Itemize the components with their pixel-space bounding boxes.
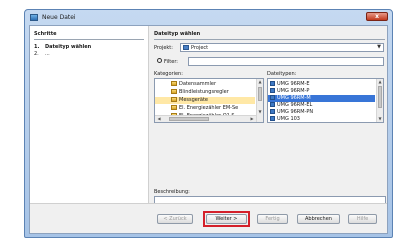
category-item[interactable]: Blindleistungsregler [155,89,255,96]
device-icon [270,102,275,107]
close-button[interactable]: x [366,12,388,21]
step-label: Dateityp wählen [45,44,92,50]
filetype-panel: Dateityp wählen Projekt: Project ▼ Filte… [152,26,387,226]
category-label: Blindleistungsregler [179,89,229,95]
scroll-thumb[interactable] [169,117,209,121]
horizontal-scrollbar[interactable]: ◀ ▶ [155,115,256,122]
filetype-item[interactable]: UMG 96RM-M [268,95,375,102]
categories-label: Kategorien: [154,71,183,77]
project-label: Projekt: [154,45,173,51]
device-icon [270,95,275,100]
back-button[interactable]: < Zurück [157,214,193,224]
scroll-thumb[interactable] [258,87,262,101]
filetype-label: UMG 103 [277,116,300,122]
step-1: 1. Dateityp wählen [34,44,91,50]
button-bar: < Zurück Weiter > Fertig Abbrechen Hilfe [30,203,387,233]
filetypes-label: Dateitypen: [267,71,297,77]
steps-panel: Schritte 1. Dateityp wählen 2.... [30,26,149,206]
dialog-client: Schritte 1. Dateityp wählen 2.... Dateity… [29,25,388,234]
step-label: ... [45,51,50,57]
cancel-button[interactable]: Abbrechen [297,214,340,224]
help-button[interactable]: Hilfe [348,214,377,224]
window-title: Neue Datei [42,13,76,21]
device-icon [270,88,275,93]
divider [154,39,385,40]
step-2: 2.... [34,51,50,57]
filetype-item[interactable]: UMG 96RM-PN [268,109,375,116]
vertical-scrollbar[interactable]: ▲ ▼ [256,79,263,122]
project-value: Project [191,44,209,51]
category-item[interactable]: Datensammler [155,81,255,88]
scroll-right-icon[interactable]: ▶ [249,116,255,122]
scroll-up-icon[interactable]: ▲ [377,79,383,85]
title-bar[interactable]: Neue Datei x [25,10,392,24]
filter-label: Filter: [164,59,178,65]
folder-icon [171,105,177,110]
chevron-down-icon[interactable]: ▼ [375,44,383,51]
category-label: Datensammler [179,81,217,87]
device-icon [270,81,275,86]
device-icon [270,116,275,121]
folder-icon [171,81,177,86]
category-item[interactable]: Messgeräte [155,97,255,104]
filetype-item[interactable]: UMG 96RM-E [268,81,375,88]
scroll-down-icon[interactable]: ▼ [377,116,383,122]
filetype-label: UMG 96RM-P [277,88,310,94]
scroll-thumb[interactable] [378,86,382,108]
description-label: Beschreibung: [154,189,190,195]
search-icon [157,58,162,63]
filter-input[interactable] [188,57,384,66]
filetype-item[interactable]: UMG 96RM-P [268,88,375,95]
scroll-left-icon[interactable]: ◀ [156,116,162,122]
filetype-label: UMG 96RM-PN [277,109,314,115]
filetype-label: UMG 96RM-E [277,81,310,87]
folder-icon [171,89,177,94]
next-button[interactable]: Weiter > [206,214,247,224]
panel-heading: Dateityp wählen [154,31,201,37]
divider [34,39,144,40]
project-icon [183,45,189,50]
folder-icon [171,97,177,102]
categories-tree[interactable]: Datensammler Blindleistungsregler Messge… [154,78,264,123]
scroll-down-icon[interactable]: ▼ [257,109,263,115]
filetype-label: UMG 96RM-EL [277,102,313,108]
device-icon [270,109,275,114]
filetype-label: UMG 96RM-M [277,95,311,101]
filetypes-list[interactable]: UMG 96RM-E UMG 96RM-P UMG 96RM-M UMG 96R… [267,78,384,123]
project-select[interactable]: Project ▼ [180,43,384,52]
vertical-scrollbar[interactable]: ▲ ▼ [376,79,383,122]
steps-heading: Schritte [34,31,57,37]
filetype-item[interactable]: UMG 103 [268,116,375,122]
category-label: Messgeräte [179,97,209,103]
new-file-dialog: Neue Datei x Schritte 1. Dateityp wählen … [24,9,393,238]
step-number: 1. [34,44,40,50]
step-number: 2. [34,51,39,57]
category-item[interactable]: El. Energiezähler EM-Se [155,105,255,112]
category-label: El. Energiezähler EM-Se [179,105,239,111]
scroll-up-icon[interactable]: ▲ [257,79,263,85]
finish-button[interactable]: Fertig [257,214,288,224]
new-file-icon [30,13,38,21]
filetype-item[interactable]: UMG 96RM-EL [268,102,375,109]
